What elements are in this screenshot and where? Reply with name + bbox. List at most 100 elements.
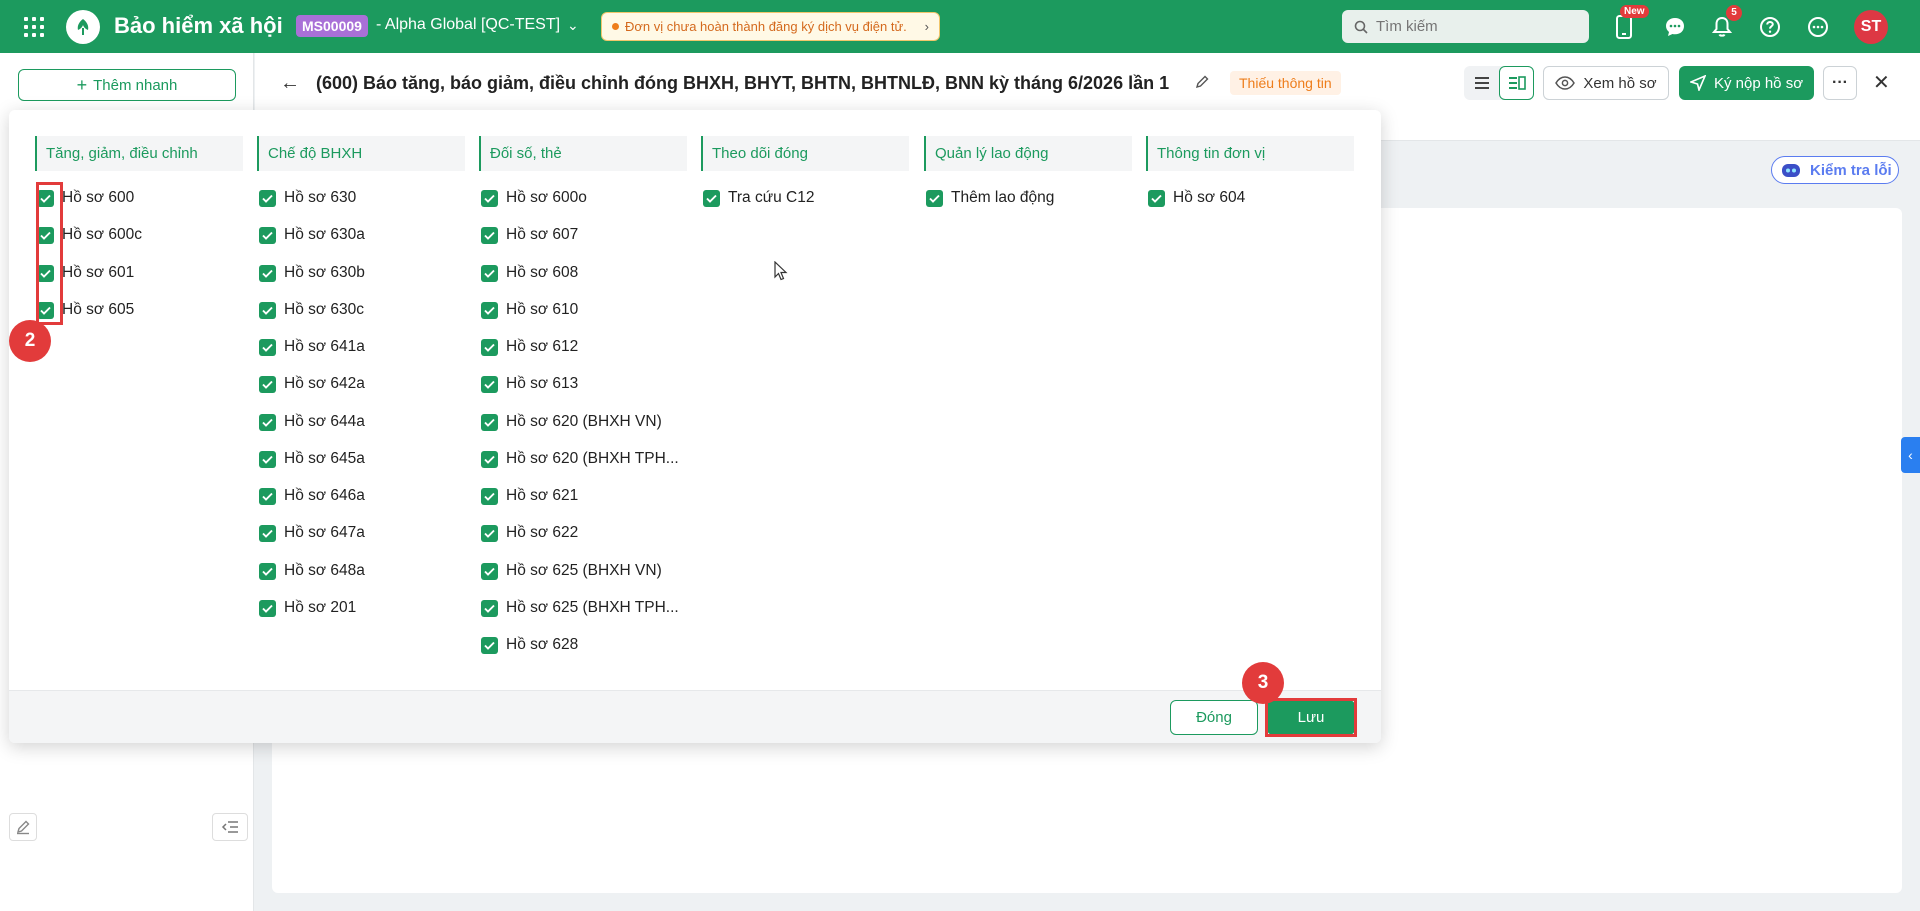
more-apps-icon[interactable] <box>1804 13 1832 41</box>
checkbox-checked-icon[interactable] <box>481 338 498 356</box>
form-option[interactable]: Hồ sơ 630a <box>259 224 365 246</box>
mouse-cursor-icon <box>774 260 788 286</box>
form-option[interactable]: Hồ sơ 610 <box>481 299 578 321</box>
app-grid-icon[interactable] <box>22 15 46 39</box>
checkbox-checked-icon[interactable] <box>259 301 276 319</box>
form-option[interactable]: Hồ sơ 607 <box>481 224 578 246</box>
close-icon[interactable]: ✕ <box>1873 70 1890 95</box>
robot-icon <box>1782 164 1800 177</box>
checkbox-checked-icon[interactable] <box>259 189 276 207</box>
checkbox-checked-icon[interactable] <box>259 226 276 244</box>
form-option[interactable]: Hồ sơ 600o <box>481 187 587 209</box>
checkbox-checked-icon[interactable] <box>481 524 498 542</box>
checkbox-checked-icon[interactable] <box>259 264 276 282</box>
form-option[interactable]: Hồ sơ 646a <box>259 485 365 507</box>
sign-submit-button[interactable]: Ký nộp hồ sơ <box>1679 66 1814 100</box>
checkbox-checked-icon[interactable] <box>703 189 720 207</box>
checkbox-checked-icon[interactable] <box>481 487 498 505</box>
checkbox-checked-icon[interactable] <box>259 375 276 393</box>
checkbox-checked-icon[interactable] <box>481 599 498 617</box>
view-document-button[interactable]: Xem hồ sơ <box>1543 66 1669 100</box>
form-option-label: Hồ sơ 644a <box>284 413 365 430</box>
checkbox-checked-icon[interactable] <box>481 450 498 468</box>
checkbox-checked-icon[interactable] <box>481 413 498 431</box>
checkbox-checked-icon[interactable] <box>259 487 276 505</box>
form-option[interactable]: Hồ sơ 604 <box>1148 187 1245 209</box>
expand-panel-tab[interactable]: ‹ <box>1901 437 1920 473</box>
checkbox-checked-icon[interactable] <box>259 413 276 431</box>
form-option[interactable]: Hồ sơ 630b <box>259 262 365 284</box>
warning-text: Đơn vị chưa hoàn thành đăng ký dịch vụ đ… <box>625 19 907 34</box>
checkbox-checked-icon[interactable] <box>259 599 276 617</box>
list-view-icon[interactable] <box>1464 66 1499 100</box>
form-option[interactable]: Hồ sơ 644a <box>259 411 365 433</box>
checkbox-checked-icon[interactable] <box>259 338 276 356</box>
edit-note-icon[interactable] <box>9 813 37 841</box>
annotation-highlight-save <box>1265 698 1357 737</box>
form-option[interactable]: Hồ sơ 608 <box>481 262 578 284</box>
avatar[interactable]: ST <box>1854 10 1888 44</box>
app-logo <box>66 10 100 44</box>
form-option-label: Hồ sơ 600o <box>506 189 587 206</box>
org-name[interactable]: - Alpha Global [QC-TEST] <box>376 16 560 34</box>
registration-warning[interactable]: Đơn vị chưa hoàn thành đăng ký dịch vụ đ… <box>601 12 940 41</box>
more-options-button[interactable]: ··· <box>1823 66 1857 100</box>
checkbox-checked-icon[interactable] <box>481 301 498 319</box>
checkbox-checked-icon[interactable] <box>481 264 498 282</box>
form-option[interactable]: Hồ sơ 630c <box>259 299 364 321</box>
form-option[interactable]: Hồ sơ 625 (BHXH TPH... <box>481 597 679 619</box>
check-errors-button[interactable]: Kiểm tra lỗi <box>1771 156 1899 184</box>
checkbox-checked-icon[interactable] <box>1148 189 1165 207</box>
checkbox-checked-icon[interactable] <box>481 189 498 207</box>
send-icon <box>1689 75 1706 91</box>
notification-count: 5 <box>1726 5 1742 21</box>
form-option[interactable]: Tra cứu C12 <box>703 187 814 209</box>
checkbox-checked-icon[interactable] <box>481 562 498 580</box>
page-title: (600) Báo tăng, báo giảm, điều chỉnh đón… <box>316 73 1170 93</box>
form-option[interactable]: Hồ sơ 620 (BHXH TPH... <box>481 448 679 470</box>
search-box[interactable] <box>1342 10 1589 43</box>
form-option[interactable]: Hồ sơ 622 <box>481 522 578 544</box>
chat-icon[interactable] <box>1661 13 1689 41</box>
checkbox-checked-icon[interactable] <box>481 375 498 393</box>
form-option[interactable]: Hồ sơ 201 <box>259 597 356 619</box>
checkbox-checked-icon[interactable] <box>481 226 498 244</box>
checkbox-checked-icon[interactable] <box>481 636 498 654</box>
form-option[interactable]: Hồ sơ 645a <box>259 448 365 470</box>
warning-dot-icon <box>612 23 619 30</box>
checkbox-checked-icon[interactable] <box>926 189 943 207</box>
form-option[interactable]: Hồ sơ 647a <box>259 522 365 544</box>
collapse-sidebar-icon[interactable] <box>212 813 248 841</box>
edit-title-icon[interactable] <box>1194 74 1210 95</box>
view-mode-toggle <box>1464 66 1534 100</box>
search-input[interactable] <box>1376 18 1576 35</box>
chevron-down-icon[interactable]: ⌄ <box>567 17 579 34</box>
checkbox-checked-icon[interactable] <box>259 450 276 468</box>
form-option[interactable]: Hồ sơ 621 <box>481 485 578 507</box>
view-document-label: Xem hồ sơ <box>1583 74 1657 92</box>
help-icon[interactable] <box>1756 13 1784 41</box>
form-option[interactable]: Hồ sơ 642a <box>259 373 365 395</box>
form-option[interactable]: Hồ sơ 648a <box>259 560 365 582</box>
form-option[interactable]: Hồ sơ 641a <box>259 336 365 358</box>
form-option[interactable]: Thêm lao động <box>926 187 1054 209</box>
checkbox-checked-icon[interactable] <box>259 562 276 580</box>
form-option[interactable]: Hồ sơ 628 <box>481 634 578 656</box>
quick-add-button[interactable]: + Thêm nhanh <box>18 69 236 101</box>
form-option-label: Hồ sơ 648a <box>284 562 365 579</box>
split-view-icon[interactable] <box>1499 66 1534 100</box>
form-option[interactable]: Hồ sơ 630 <box>259 187 356 209</box>
form-option-label: Hồ sơ 645a <box>284 450 365 467</box>
column-header: Chế độ BHXH <box>257 136 465 171</box>
plus-icon: + <box>76 74 88 95</box>
form-option-label: Hồ sơ 647a <box>284 524 365 541</box>
back-arrow-icon[interactable]: ← <box>280 72 300 95</box>
form-option[interactable]: Hồ sơ 612 <box>481 336 578 358</box>
close-button[interactable]: Đóng <box>1170 700 1258 735</box>
form-option[interactable]: Hồ sơ 620 (BHXH VN) <box>481 411 662 433</box>
form-option[interactable]: Hồ sơ 625 (BHXH VN) <box>481 560 662 582</box>
form-option[interactable]: Hồ sơ 613 <box>481 373 578 395</box>
form-option-label: Tra cứu C12 <box>728 189 815 206</box>
checkbox-checked-icon[interactable] <box>259 524 276 542</box>
form-option-label: Thêm lao động <box>951 189 1055 206</box>
